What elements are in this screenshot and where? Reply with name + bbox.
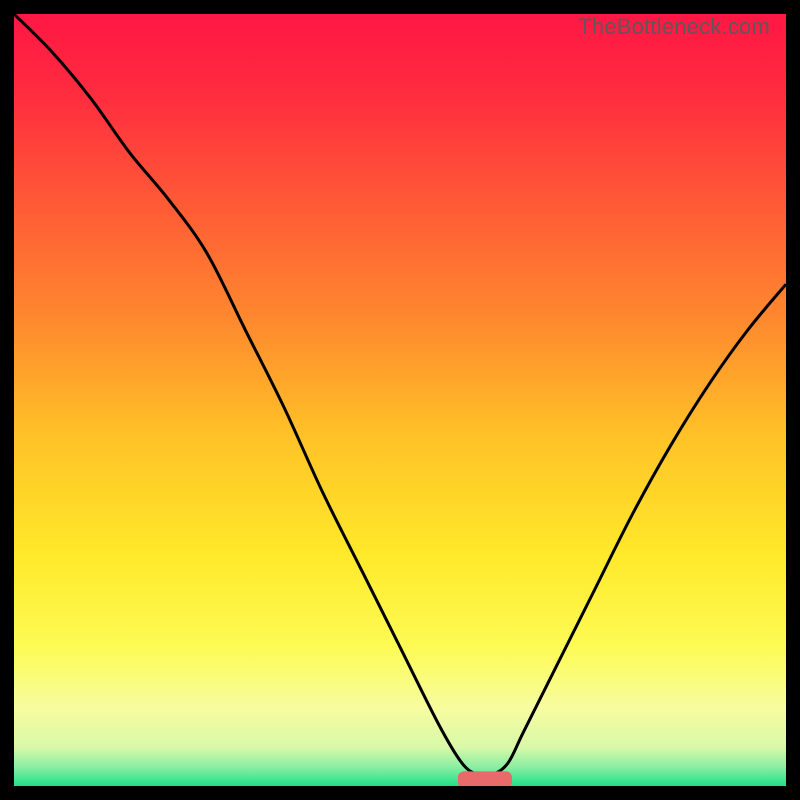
- optimal-marker: [458, 771, 512, 786]
- bottleneck-chart: [14, 14, 786, 786]
- chart-background: [14, 14, 786, 786]
- chart-frame: TheBottleneck.com: [14, 14, 786, 786]
- watermark-text: TheBottleneck.com: [578, 14, 770, 40]
